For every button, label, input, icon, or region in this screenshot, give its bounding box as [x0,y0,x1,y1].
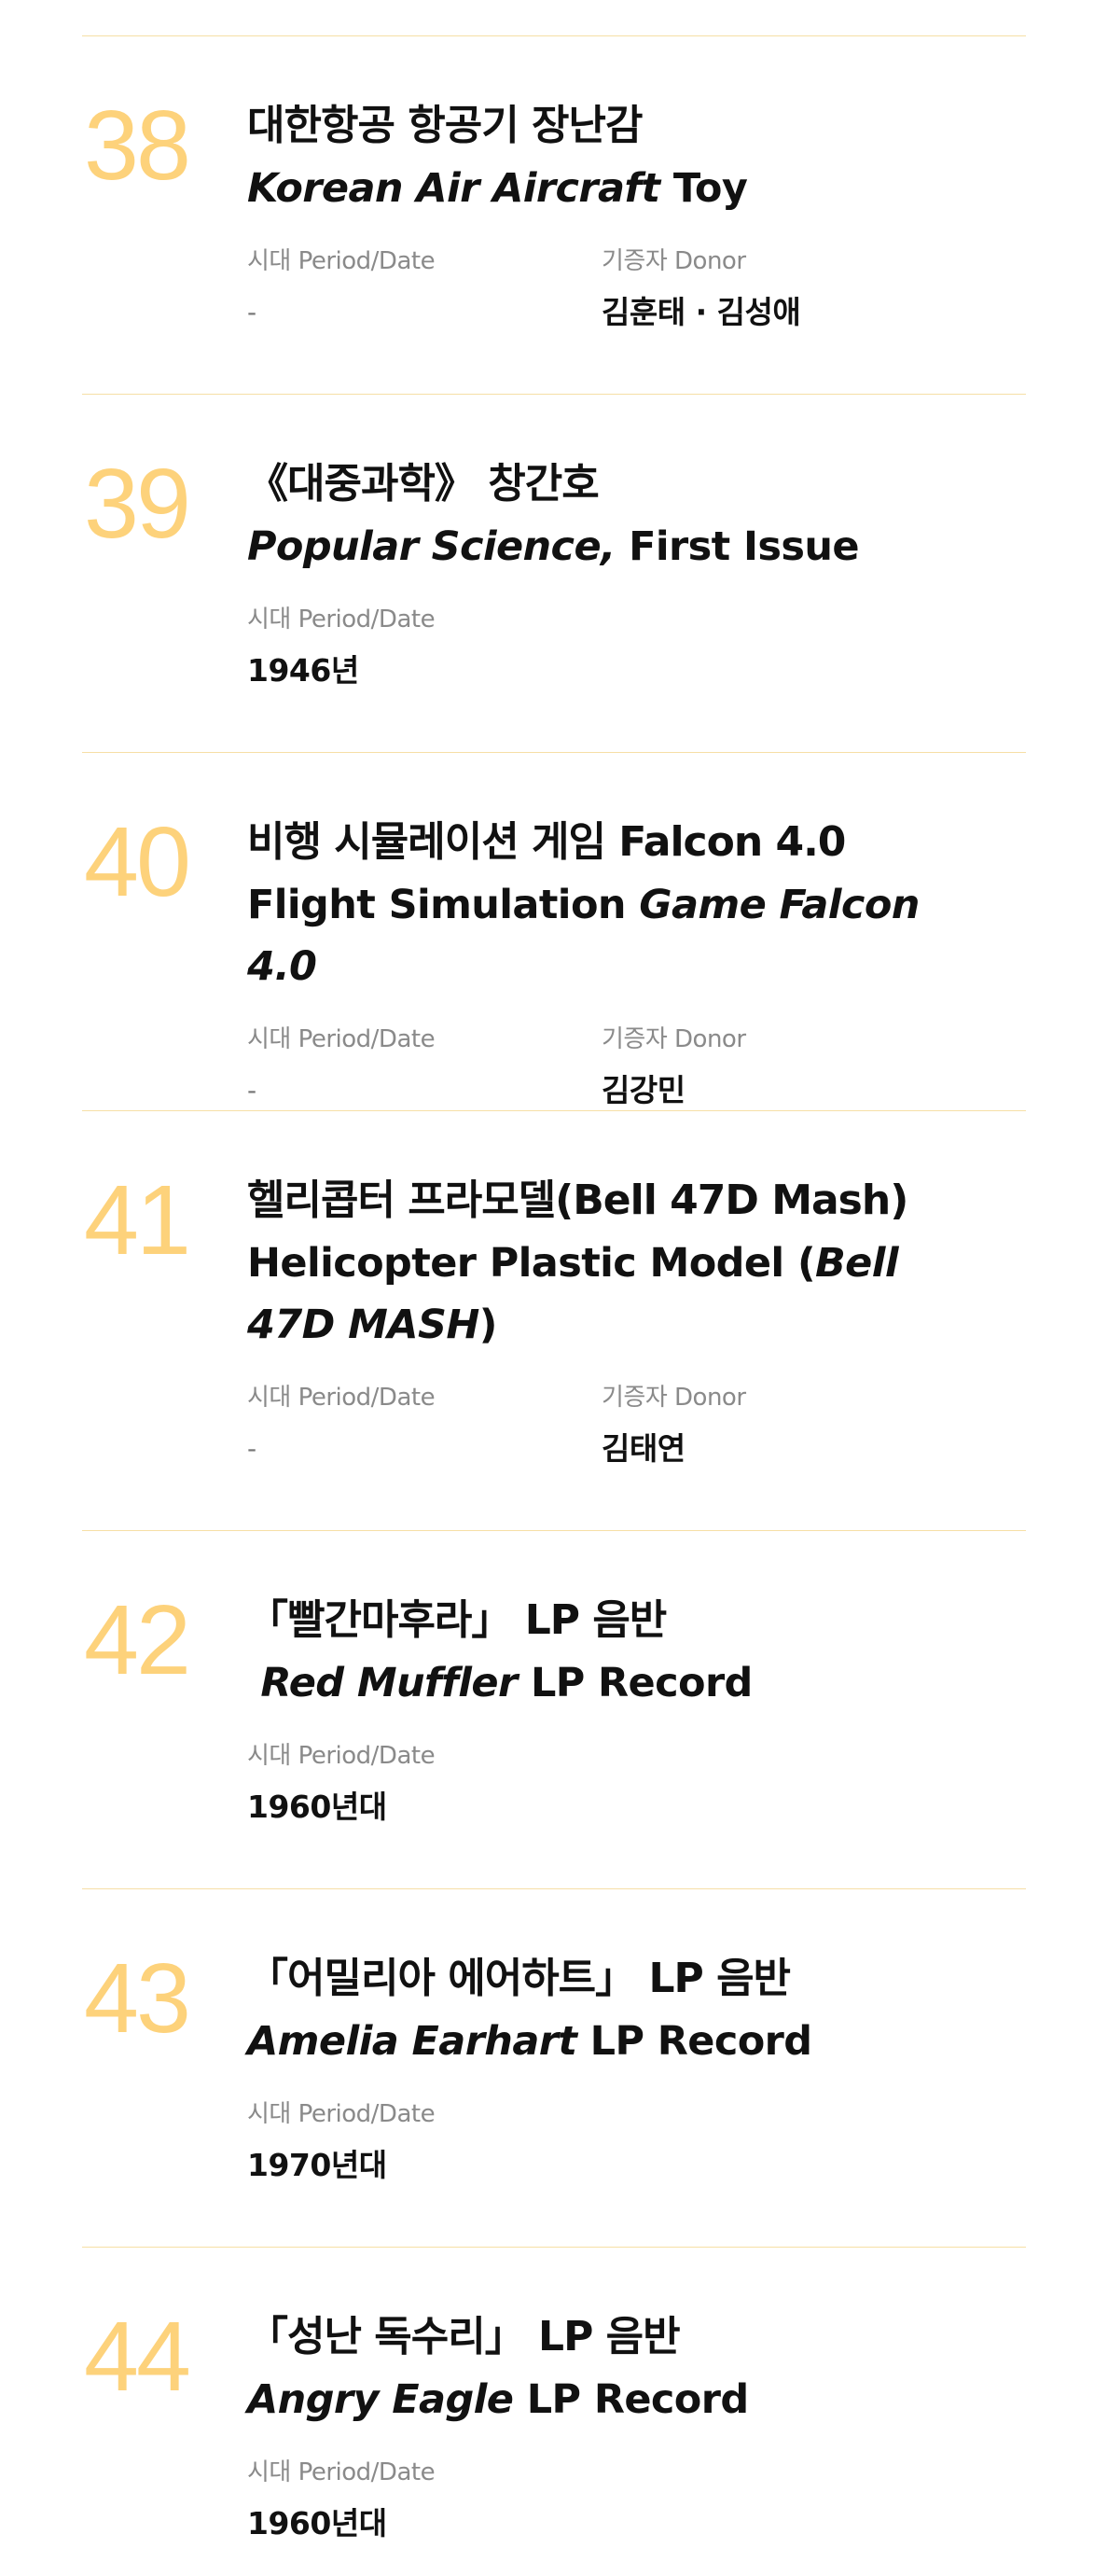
item-meta: 시대 Period/Date - 기증자 Donor 김강민 [247,1025,956,1109]
title-english-part: Amelia Earhart [247,2018,577,2065]
title-english-part: Popular Science, [247,523,616,570]
item-content: 「성난 독수리」 LP 음반 Angry Eagle LP Record 시대 … [247,2305,956,2542]
title-english-part: Korean Air Aircraft [247,165,660,212]
list-item: 43 「어밀리아 에어하트」 LP 음반 Amelia Earhart LP R… [82,1888,1026,2247]
period-label: 시대 Period/Date [247,2100,436,2128]
title-english-part: LP Record [576,2018,812,2065]
title-english-part: ) [478,1302,498,1348]
item-title-korean: 대한항공 항공기 장난감 [247,102,643,149]
period-label: 시대 Period/Date [247,2458,436,2486]
donor-label: 기증자 Donor [602,1025,746,1053]
title-english-part: LP Record [513,2376,749,2423]
item-title-english: Flight Simulation Game Falcon 4.0 [247,874,956,997]
item-meta: 시대 Period/Date 1970년대 [247,2100,956,2184]
donor-value: 김강민 [602,1072,686,1108]
item-title-english: Red Muffler LP Record [247,1652,956,1714]
list-item: 38 대한항공 항공기 장난감 Korean Air Aircraft Toy … [82,35,1026,394]
item-meta: 시대 Period/Date - 기증자 Donor 김태연 [247,1384,956,1468]
item-content: 《대중과학》 창간호 Popular Science, First Issue … [247,453,956,689]
period-label: 시대 Period/Date [247,606,436,634]
list-item: 40 비행 시뮬레이션 게임 Falcon 4.0 Flight Simulat… [82,752,1026,1110]
period-column: 시대 Period/Date 1960년대 [247,2458,611,2542]
item-meta: 시대 Period/Date 1946년 [247,606,956,689]
item-number: 40 [84,807,191,917]
list-item: 42 「빨간마후라」 LP 음반 Red Muffler LP Record 시… [82,1530,1026,1888]
item-title-english: Helicopter Plastic Model (Bell 47D MASH) [247,1232,956,1356]
period-column: 시대 Period/Date 1970년대 [247,2100,611,2184]
item-number: 42 [84,1585,191,1695]
donor-value: 김훈태 · 김성애 [602,294,801,330]
item-meta: 시대 Period/Date 1960년대 [247,1742,956,1826]
item-title-korean: 「어밀리아 에어하트」 LP 음반 [247,1955,791,2002]
donor-value: 김태연 [602,1430,686,1467]
period-column: 시대 Period/Date 1960년대 [247,1742,611,1826]
period-column: 시대 Period/Date - [247,1384,602,1468]
period-value: - [247,1075,256,1106]
item-title-korean: 《대중과학》 창간호 [247,460,600,508]
item-title-korean: 비행 시뮬레이션 게임 Falcon 4.0 [247,818,846,866]
title-english-part: Toy [659,165,748,212]
period-value: - [247,1433,256,1464]
item-title-english: Korean Air Aircraft Toy [247,158,956,219]
item-number: 41 [84,1165,191,1275]
item-meta: 시대 Period/Date 1960년대 [247,2458,956,2542]
period-column: 시대 Period/Date - [247,1025,602,1109]
item-number: 43 [84,1943,191,2054]
period-value: - [247,297,256,327]
title-english-part: Red Muffler [247,1660,518,1706]
period-label: 시대 Period/Date [247,1384,436,1412]
item-number: 39 [84,449,191,559]
title-english-part: Helicopter Plastic Model ( [247,1240,816,1287]
item-title-english: Angry Eagle LP Record [247,2369,956,2430]
item-content: 헬리콥터 프라모델(Bell 47D Mash) Helicopter Plas… [247,1169,956,1468]
item-content: 대한항공 항공기 장난감 Korean Air Aircraft Toy 시대 … [247,94,956,331]
item-title-english: Amelia Earhart LP Record [247,2011,956,2072]
item-title-korean: 헬리콥터 프라모델(Bell 47D Mash) [247,1177,908,1224]
list-item: 44 「성난 독수리」 LP 음반 Angry Eagle LP Record … [82,2247,1026,2576]
period-label: 시대 Period/Date [247,1025,436,1053]
title-english-part: Angry Eagle [247,2376,514,2423]
item-meta: 시대 Period/Date - 기증자 Donor 김훈태 · 김성애 [247,247,956,331]
item-content: 「빨간마후라」 LP 음반 Red Muffler LP Record 시대 P… [247,1589,956,1826]
period-value: 1960년대 [247,2505,387,2541]
item-number: 38 [84,91,191,201]
title-english-part: Flight Simulation [247,882,640,928]
donor-label: 기증자 Donor [602,1384,746,1412]
period-label: 시대 Period/Date [247,1742,436,1770]
period-column: 시대 Period/Date - [247,247,602,331]
item-number: 44 [84,2302,191,2412]
item-title-english: Popular Science, First Issue [247,516,956,578]
donor-column: 기증자 Donor 김태연 [602,1384,956,1468]
item-title-korean: 「성난 독수리」 LP 음반 [247,2313,681,2360]
period-value: 1946년 [247,652,359,689]
item-content: 비행 시뮬레이션 게임 Falcon 4.0 Flight Simulation… [247,811,956,1109]
list-item: 41 헬리콥터 프라모델(Bell 47D Mash) Helicopter P… [82,1110,1026,1530]
period-value: 1970년대 [247,2147,387,2183]
item-title-korean: 「빨간마후라」 LP 음반 [247,1596,667,1644]
item-content: 「어밀리아 에어하트」 LP 음반 Amelia Earhart LP Reco… [247,1947,956,2184]
period-value: 1960년대 [247,1789,387,1825]
title-english-part: LP Record [517,1660,753,1706]
donor-column: 기증자 Donor 김강민 [602,1025,956,1109]
donor-label: 기증자 Donor [602,247,746,275]
donor-column: 기증자 Donor 김훈태 · 김성애 [602,247,956,331]
period-column: 시대 Period/Date 1946년 [247,606,611,689]
title-english-part: First Issue [615,523,859,570]
list-item: 39 《대중과학》 창간호 Popular Science, First Iss… [82,394,1026,752]
period-label: 시대 Period/Date [247,247,436,275]
